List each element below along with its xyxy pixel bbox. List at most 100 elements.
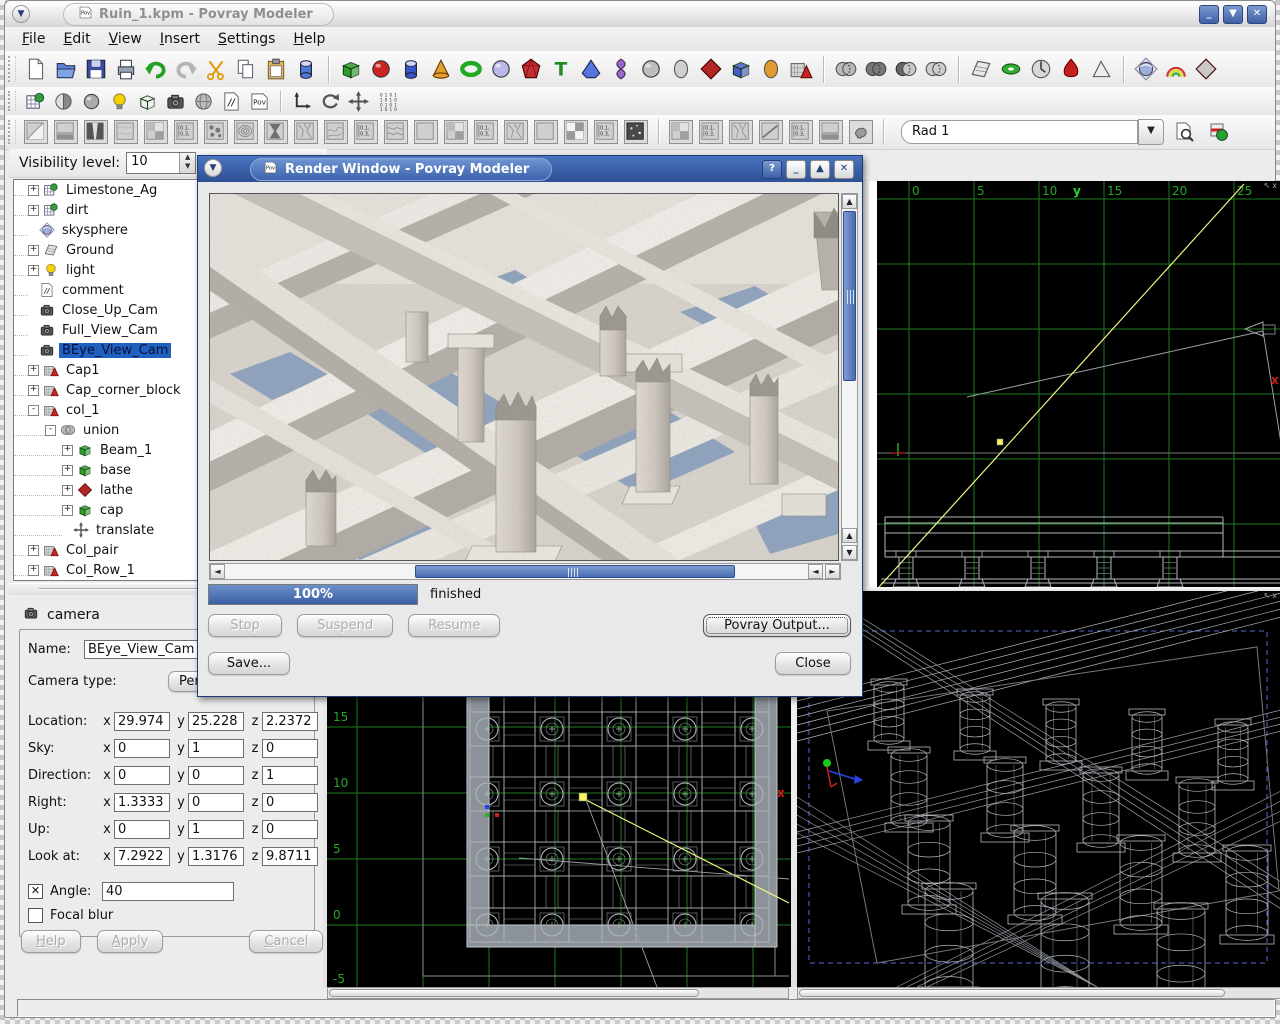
tree-expander[interactable]: +: [62, 445, 73, 456]
render-settings-icon[interactable]: [1207, 120, 1231, 144]
pattern-solid2-icon[interactable]: [534, 120, 558, 144]
z-field[interactable]: 2.2372: [262, 712, 318, 731]
pattern-granite-icon[interactable]: [669, 120, 693, 144]
tree-item-label[interactable]: col_1: [63, 403, 102, 418]
menu-insert[interactable]: Insert: [151, 29, 209, 49]
visibility-spinner[interactable]: 10 ▲▼: [126, 152, 196, 174]
focal-blur-checkbox[interactable]: [28, 908, 43, 923]
viewport-controls-icon[interactable]: ↖x: [1264, 591, 1279, 600]
scroll-up2-icon[interactable]: ▲: [842, 528, 857, 543]
scroll-left2-icon[interactable]: ◄: [808, 564, 823, 579]
minimize-button[interactable]: _: [1199, 5, 1219, 24]
global-settings-icon[interactable]: [191, 89, 215, 113]
freehand-icon[interactable]: [849, 120, 873, 144]
save-file-icon[interactable]: [83, 56, 109, 82]
color-map3-icon[interactable]: [0.1,[0.3,: [474, 120, 498, 144]
tree-item-label[interactable]: Limestone_Ag: [63, 183, 160, 198]
insert-superquadric-icon[interactable]: [638, 56, 664, 82]
y-field[interactable]: 1: [188, 739, 244, 758]
light-flame-icon[interactable]: [1058, 56, 1084, 82]
dialog-shade-button[interactable]: ▲: [810, 160, 830, 179]
x-field[interactable]: 7.2922: [114, 847, 170, 866]
disc-icon[interactable]: [998, 56, 1024, 82]
shade-button[interactable]: ▼: [1223, 5, 1243, 24]
plane-icon[interactable]: [1028, 56, 1054, 82]
menu-help[interactable]: Help: [284, 29, 334, 49]
y-field[interactable]: 1.3176: [188, 847, 244, 866]
insert-text-icon[interactable]: T: [548, 56, 574, 82]
perspective-scrollbar[interactable]: [797, 987, 1280, 999]
pigment-icon[interactable]: [79, 89, 103, 113]
csg-union-icon[interactable]: [833, 56, 859, 82]
plan-scrollbar[interactable]: [327, 987, 789, 999]
name-field[interactable]: BEye_View_Cam: [84, 640, 210, 659]
csg-difference-icon[interactable]: [893, 56, 919, 82]
hscroll-thumb[interactable]: [415, 565, 735, 578]
pattern-wood-icon[interactable]: [234, 120, 258, 144]
y-field[interactable]: 0: [188, 766, 244, 785]
stop-button[interactable]: Stop: [208, 614, 282, 637]
pattern-spotted-icon[interactable]: [204, 120, 228, 144]
radiosity-value[interactable]: Rad 1: [901, 120, 1138, 144]
tree-expander[interactable]: -: [28, 405, 39, 416]
help-button[interactable]: Help: [21, 930, 81, 953]
viewport-splitter-left[interactable]: [869, 181, 877, 587]
new-file-icon[interactable]: [23, 56, 49, 82]
insert-cone-icon[interactable]: [428, 56, 454, 82]
insert-sphere-icon[interactable]: [368, 56, 394, 82]
vscroll-thumb[interactable]: [843, 211, 856, 381]
z-field[interactable]: 1: [262, 766, 318, 785]
pattern-slope-icon[interactable]: [54, 120, 78, 144]
csg-intersection-icon[interactable]: [863, 56, 889, 82]
z-field[interactable]: 0: [262, 739, 318, 758]
color-map-icon[interactable]: [0.1,[0.3,: [174, 120, 198, 144]
pattern-bozo-icon[interactable]: [504, 120, 528, 144]
tree-expander[interactable]: +: [28, 205, 39, 216]
tree-expander[interactable]: +: [28, 565, 39, 576]
comment-icon[interactable]: //: [219, 89, 243, 113]
suspend-button[interactable]: Suspend: [297, 614, 393, 637]
pattern-waves-icon[interactable]: [384, 120, 408, 144]
dialog-titlebar[interactable]: ▼ Pov Render Window - Povray Modeler ? _…: [198, 156, 862, 182]
dialog-close-button[interactable]: ✕: [834, 160, 854, 179]
print-icon[interactable]: [113, 56, 139, 82]
undo-icon[interactable]: [143, 56, 169, 82]
scroll-left-icon[interactable]: ◄: [210, 564, 225, 579]
dialog-close-button2[interactable]: Close: [775, 652, 851, 675]
triangle-icon[interactable]: [1088, 56, 1114, 82]
pattern-soft-icon[interactable]: [819, 120, 843, 144]
pattern-slope2-icon[interactable]: [759, 120, 783, 144]
tree-item-label[interactable]: Cap_corner_block: [63, 383, 184, 398]
insert-prism-icon[interactable]: [578, 56, 604, 82]
bicubic-patch-icon[interactable]: [968, 56, 994, 82]
tree-item-label[interactable]: cap: [97, 503, 126, 518]
pattern-marble-icon[interactable]: [114, 120, 138, 144]
spinner-arrows-icon[interactable]: ▲▼: [179, 153, 195, 173]
open-file-icon[interactable]: [53, 56, 79, 82]
y-field[interactable]: 1: [188, 820, 244, 839]
tree-expander[interactable]: -: [45, 425, 56, 436]
texture-icon[interactable]: [23, 89, 47, 113]
color-map4-icon[interactable]: [0.1,[0.3,: [594, 120, 618, 144]
tree-expander[interactable]: +: [28, 265, 39, 276]
redo-icon[interactable]: [173, 56, 199, 82]
insert-quadric-icon[interactable]: [668, 56, 694, 82]
menu-view[interactable]: View: [100, 29, 151, 49]
dialog-minimize-button[interactable]: _: [786, 160, 806, 179]
fog-icon[interactable]: [1193, 56, 1219, 82]
tree-item-label[interactable]: union: [80, 423, 122, 438]
dialog-menu-button[interactable]: ▼: [204, 159, 222, 177]
povray-output-button[interactable]: Povray Output...: [703, 614, 851, 637]
pattern-gradient-icon[interactable]: [24, 120, 48, 144]
menu-settings[interactable]: Settings: [209, 29, 284, 49]
cut-icon[interactable]: [203, 56, 229, 82]
pattern-agate-icon[interactable]: [294, 120, 318, 144]
apply-button[interactable]: Apply: [97, 930, 164, 953]
tree-item-label[interactable]: Beam_1: [97, 443, 155, 458]
x-field[interactable]: 0: [114, 766, 170, 785]
z-field[interactable]: 0: [262, 793, 318, 812]
scroll-up-icon[interactable]: ▲: [842, 194, 857, 209]
insert-lathe-icon[interactable]: [608, 56, 634, 82]
close-button[interactable]: ✕: [1247, 5, 1267, 24]
tree-item-label[interactable]: Close_Up_Cam: [59, 303, 161, 318]
